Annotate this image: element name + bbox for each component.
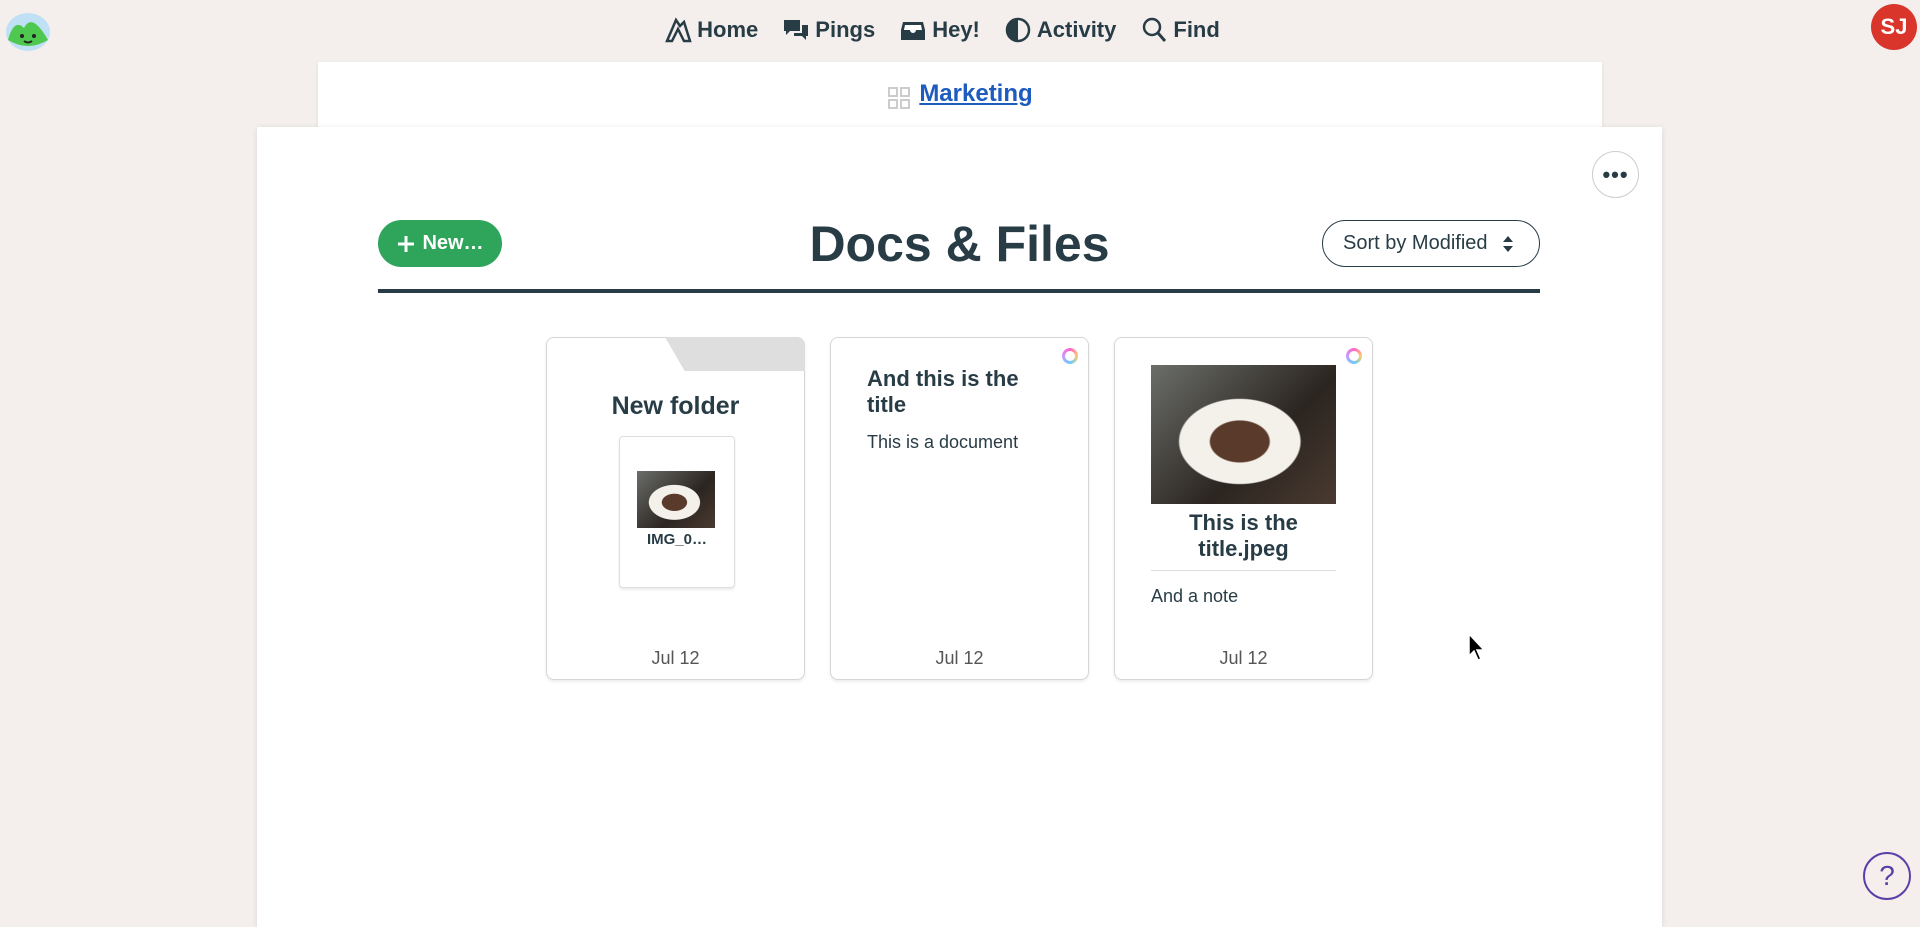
document-excerpt: This is a document [867, 432, 1019, 452]
image-note: And a note [1151, 586, 1239, 606]
user-avatar[interactable]: SJ [1871, 4, 1917, 50]
plus-icon [398, 235, 415, 252]
image-title: This is the title.jpeg [1189, 510, 1298, 561]
breadcrumb: Marketing [318, 62, 1602, 132]
divider [378, 289, 1540, 293]
item-date: Jul 12 [935, 648, 984, 668]
sort-select[interactable]: Sort by Modified [1322, 220, 1540, 267]
folder-child-preview[interactable]: IMG_0… [619, 436, 735, 588]
document-title: And this is the title [867, 366, 1019, 417]
nav-label: Pings [815, 17, 876, 42]
project-grid-icon [888, 87, 911, 109]
home-icon [665, 17, 692, 43]
nav-label: Home [697, 17, 759, 42]
child-filename: IMG_0… [646, 531, 707, 548]
docs-panel: ••• Docs & Files New… Sort by Modified N… [257, 127, 1662, 927]
image-thumbnail [1151, 365, 1336, 504]
activity-icon [1005, 17, 1031, 43]
sort-label: Sort by Modified [1343, 232, 1488, 254]
item-date: Jul 12 [1219, 648, 1268, 668]
search-icon [1143, 17, 1167, 42]
nav-label: Find [1173, 17, 1220, 42]
top-nav: Home Pings Hey! Activity Find [0, 10, 1920, 50]
divider [1151, 570, 1336, 571]
document-card[interactable]: And this is the title This is a document… [830, 337, 1089, 680]
nav-hey[interactable]: Hey! [891, 10, 988, 50]
inbox-icon [901, 22, 926, 40]
more-options-button[interactable]: ••• [1592, 151, 1639, 198]
nav-find[interactable]: Find [1132, 10, 1227, 50]
boost-ring-icon [1346, 348, 1362, 364]
child-thumbnail [637, 471, 715, 528]
nav-pings[interactable]: Pings [774, 10, 883, 50]
boost-ring-icon [1062, 348, 1078, 364]
nav-activity[interactable]: Activity [996, 10, 1124, 50]
mouse-cursor-icon [1468, 633, 1486, 661]
folder-card[interactable]: New folder IMG_0… Jul 12 [546, 337, 805, 680]
item-date: Jul 12 [651, 648, 700, 668]
image-card[interactable]: This is the title.jpeg And a note Jul 12 [1114, 337, 1373, 680]
nav-label: Activity [1036, 17, 1117, 42]
nav-home[interactable]: Home [656, 10, 766, 50]
new-button[interactable]: New… [378, 220, 502, 267]
folder-title: New folder [611, 392, 740, 420]
help-button[interactable]: ? [1863, 852, 1911, 900]
folder-tab [665, 337, 805, 371]
updown-chevron-icon [1502, 235, 1513, 252]
nav-label: Hey! [932, 17, 980, 42]
project-link[interactable]: Marketing [919, 80, 1032, 132]
pings-icon [784, 20, 809, 40]
new-button-label: New… [422, 232, 484, 254]
